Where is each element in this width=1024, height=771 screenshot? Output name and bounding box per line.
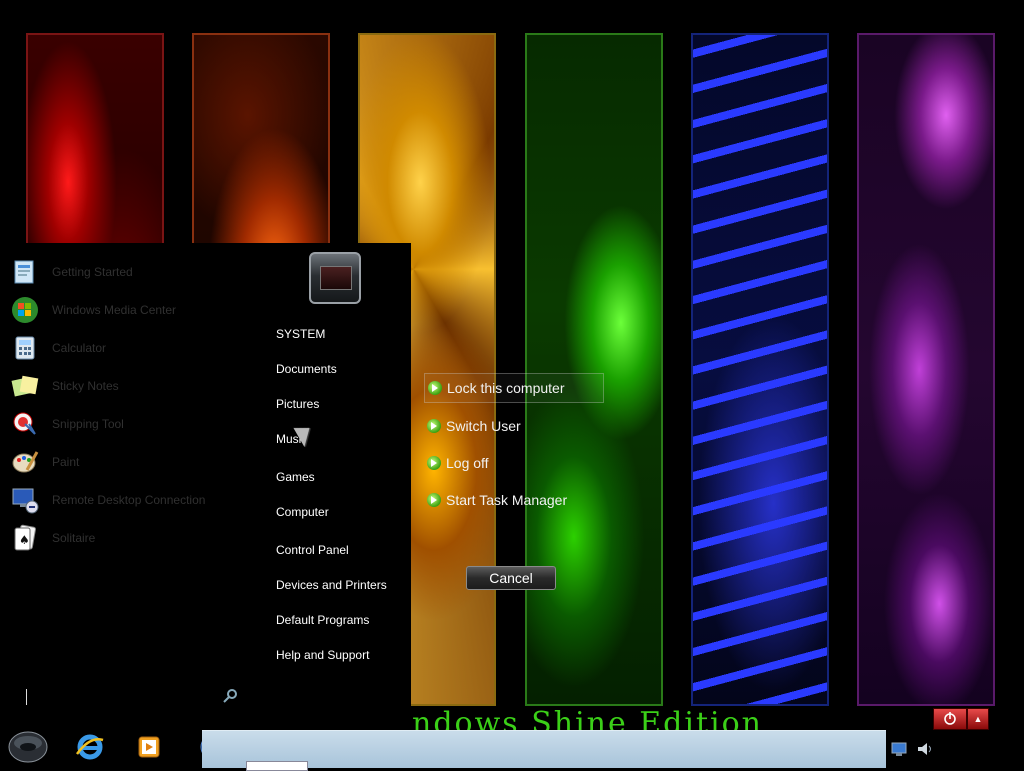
snipping-tool-icon — [8, 407, 42, 441]
arrow-right-icon — [427, 493, 441, 507]
option-label: Lock this computer — [447, 380, 565, 396]
link-documents[interactable]: Documents — [276, 362, 337, 376]
media-player-button[interactable] — [131, 732, 167, 766]
link-help-and-support[interactable]: Help and Support — [276, 648, 369, 662]
program-label: Paint — [52, 455, 80, 469]
user-picture[interactable] — [309, 252, 361, 304]
remote-desktop-icon — [8, 483, 42, 517]
option-label: Log off — [446, 455, 489, 471]
program-label: Remote Desktop Connection — [52, 493, 206, 507]
program-snipping-tool[interactable]: Snipping Tool — [8, 407, 248, 441]
getting-started-icon — [8, 255, 42, 289]
start-menu: Getting Started Windows Media Center Cal… — [0, 243, 411, 710]
link-devices-and-printers[interactable]: Devices and Printers — [276, 578, 387, 592]
start-orb-icon — [8, 730, 48, 769]
volume-icon[interactable] — [915, 740, 933, 758]
program-solitaire[interactable]: ♠ Solitaire — [8, 521, 248, 555]
chevron-up-icon: ▲ — [973, 714, 983, 724]
wallpaper-brand-text: ndows Shine Edition — [412, 706, 764, 732]
program-paint[interactable]: Paint — [8, 445, 248, 479]
switch-user-option[interactable]: Switch User — [424, 411, 521, 441]
link-computer[interactable]: Computer — [276, 505, 329, 519]
program-windows-media-center[interactable]: Windows Media Center — [8, 293, 248, 327]
lock-computer-option[interactable]: Lock this computer — [424, 373, 604, 403]
cancel-button[interactable]: Cancel — [466, 566, 556, 590]
program-label: Solitaire — [52, 531, 96, 545]
start-button[interactable] — [8, 730, 48, 769]
shutdown-button[interactable] — [933, 708, 967, 730]
network-icon[interactable] — [890, 740, 908, 758]
power-icon — [943, 711, 957, 728]
media-player-icon — [135, 733, 163, 766]
window-thumbnail[interactable] — [246, 761, 308, 771]
arrow-right-icon — [427, 419, 441, 433]
program-label: Sticky Notes — [52, 379, 119, 393]
wallpaper-panel-green — [525, 33, 663, 706]
svg-text:♠: ♠ — [19, 533, 30, 547]
program-getting-started[interactable]: Getting Started — [8, 255, 248, 289]
program-remote-desktop[interactable]: Remote Desktop Connection — [8, 483, 248, 517]
paint-icon — [8, 445, 42, 479]
solitaire-icon: ♠ — [8, 521, 42, 555]
search-input[interactable] — [26, 689, 27, 705]
calculator-icon — [8, 331, 42, 365]
link-pictures[interactable]: Pictures — [276, 397, 319, 411]
arrow-right-icon — [427, 456, 441, 470]
link-control-panel[interactable]: Control Panel — [276, 543, 349, 557]
program-calculator[interactable]: Calculator — [8, 331, 248, 365]
task-manager-option[interactable]: Start Task Manager — [424, 485, 567, 515]
taskbar — [0, 730, 1024, 771]
windows-logo-icon — [8, 293, 42, 327]
program-label: Snipping Tool — [52, 417, 124, 431]
arrow-right-icon — [428, 381, 442, 395]
link-default-programs[interactable]: Default Programs — [276, 613, 369, 627]
sticky-notes-icon — [8, 369, 42, 403]
taskbar-window-preview[interactable] — [202, 730, 886, 771]
program-label: Calculator — [52, 341, 107, 355]
program-sticky-notes[interactable]: Sticky Notes — [8, 369, 248, 403]
option-label: Switch User — [446, 418, 521, 434]
option-label: Start Task Manager — [446, 492, 568, 508]
program-label: Windows Media Center — [52, 303, 177, 317]
link-games[interactable]: Games — [276, 470, 315, 484]
wallpaper-panel-blue — [691, 33, 829, 706]
wallpaper-panel-purple — [857, 33, 995, 706]
program-label: Getting Started — [52, 265, 133, 279]
log-off-option[interactable]: Log off — [424, 448, 489, 478]
user-picture-screen — [320, 266, 352, 290]
shutdown-options-button[interactable]: ▲ — [967, 708, 989, 730]
internet-explorer-button[interactable] — [72, 732, 108, 766]
internet-explorer-icon — [75, 732, 105, 767]
search-icon[interactable] — [222, 688, 238, 707]
link-system[interactable]: SYSTEM — [276, 327, 325, 341]
